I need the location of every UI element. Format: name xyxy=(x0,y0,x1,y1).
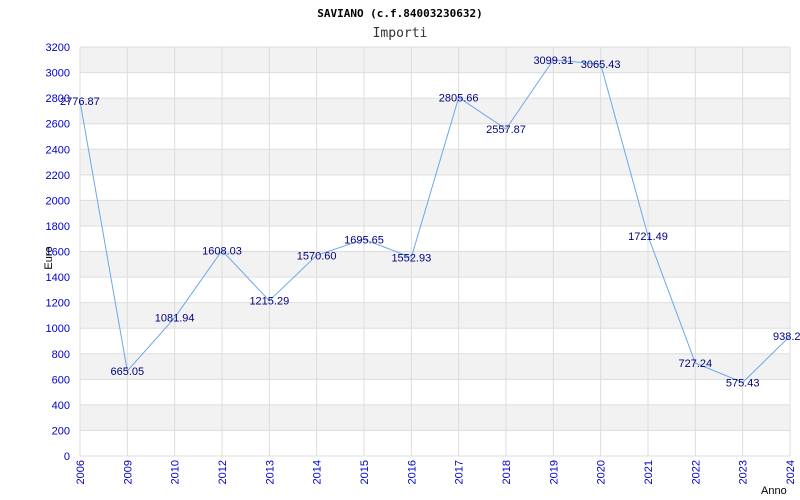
data-label: 1552.93 xyxy=(391,253,431,265)
x-tick-label: 2023 xyxy=(738,460,750,484)
y-tick-label: 3200 xyxy=(46,42,70,54)
data-label: 1081.94 xyxy=(155,313,195,325)
x-tick-label: 2014 xyxy=(312,460,324,484)
x-tick-label: 2024 xyxy=(785,460,797,484)
y-tick-label: 2600 xyxy=(46,119,70,131)
x-tick-label: 2020 xyxy=(596,460,608,484)
x-tick-label: 2015 xyxy=(359,460,371,484)
data-label: 2557.87 xyxy=(486,124,526,136)
data-label: 938.2 xyxy=(773,331,800,343)
y-tick-label: 3000 xyxy=(46,68,70,80)
y-tick-label: 800 xyxy=(52,349,70,361)
chart-subtitle: Importi xyxy=(373,26,428,41)
background-bands xyxy=(80,47,790,431)
x-tick-label: 2009 xyxy=(122,460,134,484)
x-axis-title: Anno xyxy=(761,485,787,497)
x-axis-ticks: 2006 2009 2010 2012 2013 2014 2015 2016 2017 2018… xyxy=(75,460,797,484)
y-tick-label: 400 xyxy=(52,400,70,412)
y-tick-label: 600 xyxy=(52,374,70,386)
data-label: 575.43 xyxy=(726,377,760,389)
x-tick-label: 2013 xyxy=(264,460,276,484)
y-tick-label: 200 xyxy=(52,425,70,437)
data-label: 3065.43 xyxy=(581,59,621,71)
x-tick-label: 2006 xyxy=(75,460,87,484)
x-tick-label: 2018 xyxy=(501,460,513,484)
y-tick-label: 2200 xyxy=(46,170,70,182)
x-tick-label: 2016 xyxy=(406,460,418,484)
data-label: 665.05 xyxy=(111,366,145,378)
data-label: 1721.49 xyxy=(628,231,668,243)
x-tick-label: 2010 xyxy=(170,460,182,484)
y-tick-label: 0 xyxy=(64,451,70,463)
x-tick-label: 2012 xyxy=(217,460,229,484)
data-label: 2805.66 xyxy=(439,92,479,104)
data-label: 1608.03 xyxy=(202,245,242,257)
x-tick-label: 2022 xyxy=(690,460,702,484)
y-tick-label: 1200 xyxy=(46,298,70,310)
data-label: 1215.29 xyxy=(249,296,289,308)
grid-band xyxy=(80,149,790,175)
data-label: 1570.60 xyxy=(297,250,337,262)
grid-band xyxy=(80,98,790,124)
grid-band xyxy=(80,47,790,73)
data-label: 3099.31 xyxy=(533,55,573,67)
y-tick-label: 2400 xyxy=(46,144,70,156)
y-tick-label: 2000 xyxy=(46,195,70,207)
grid-band xyxy=(80,404,790,431)
data-label: 2776.87 xyxy=(60,96,100,108)
y-axis-title: Euro xyxy=(43,246,55,269)
grid-band xyxy=(80,200,790,226)
y-tick-label: 1800 xyxy=(46,221,70,233)
x-tick-label: 2021 xyxy=(643,460,655,484)
line-chart: SAVIANO (c.f.84003230632) Importi 0 200 40… xyxy=(43,7,800,497)
data-label: 1695.65 xyxy=(344,234,384,246)
data-label: 727.24 xyxy=(679,358,713,370)
x-tick-label: 2017 xyxy=(454,460,466,484)
chart-title: SAVIANO (c.f.84003230632) xyxy=(317,7,483,20)
x-tick-label: 2019 xyxy=(548,460,560,484)
y-tick-label: 1000 xyxy=(46,323,70,335)
y-tick-label: 1400 xyxy=(46,272,70,284)
grid-band xyxy=(80,251,790,278)
